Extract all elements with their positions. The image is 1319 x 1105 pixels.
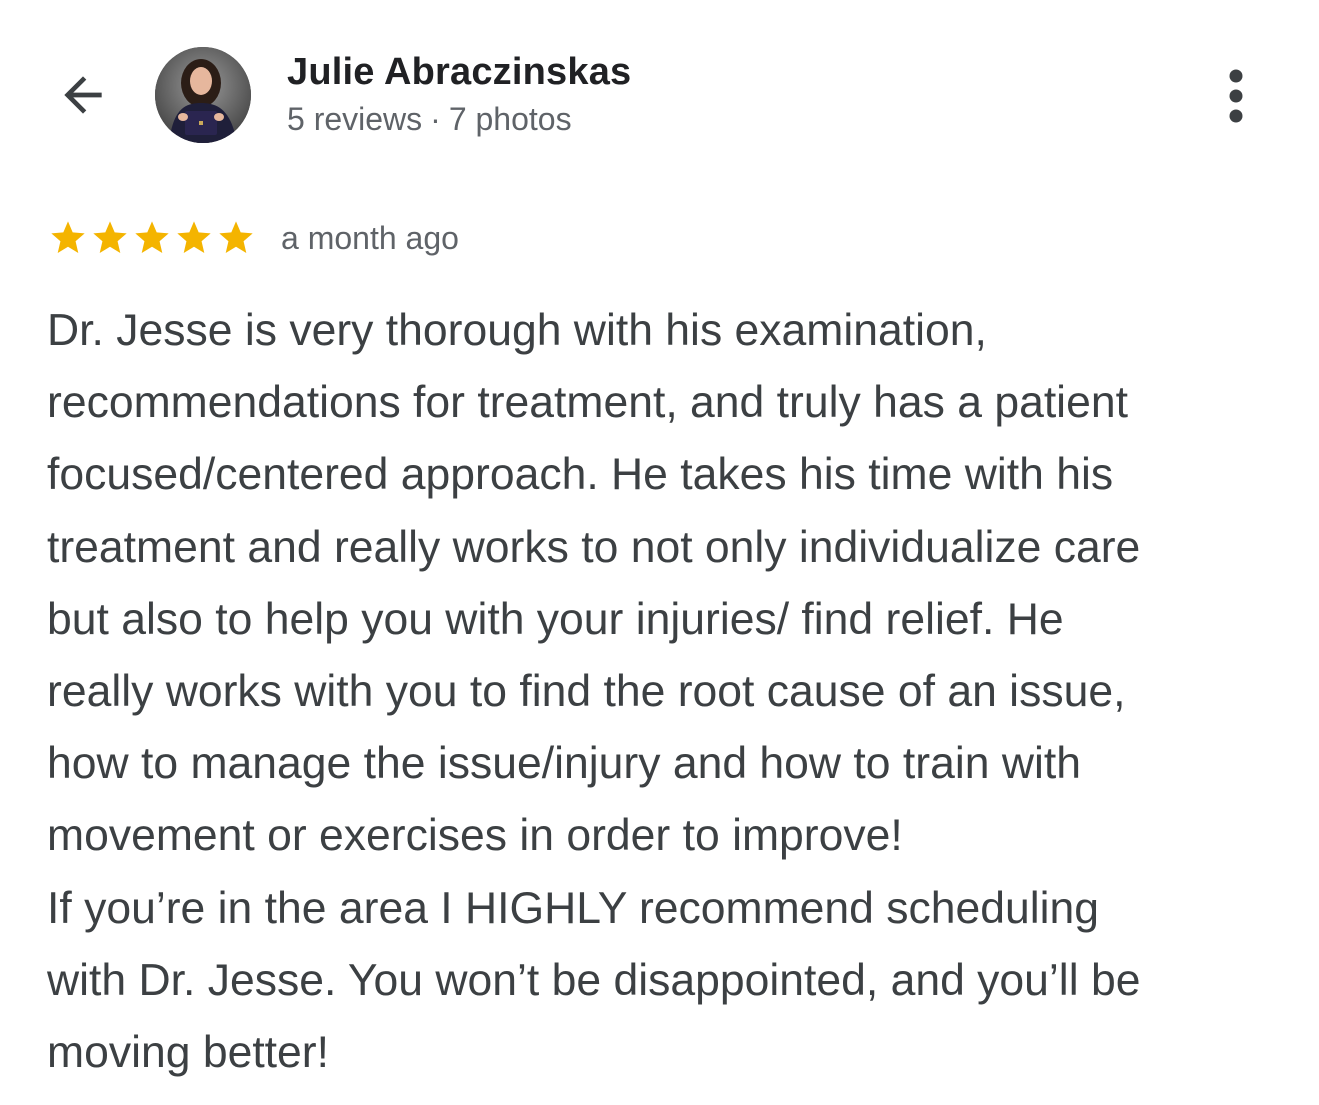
star-icon [135,221,169,253]
photos-count: 7 photos [448,101,572,137]
more-vert-icon [1229,69,1243,123]
star-icon [219,221,253,253]
arrow-back-icon [64,76,102,114]
review-text: Dr. Jesse is very thorough with his exam… [47,306,1141,1078]
star-icon [51,221,85,253]
profile-photo-icon [155,47,251,143]
meta-separator: · [430,101,441,137]
review-header: Julie Abraczinskas 5 reviews · 7 photos [0,0,1319,180]
review-time: a month ago [281,219,459,256]
star-icon [93,221,127,253]
back-button[interactable] [50,62,116,128]
rating-row: a month ago [47,214,459,262]
star-rating [47,218,257,258]
reviews-count: 5 reviews [287,101,423,137]
more-options-button[interactable] [1212,66,1260,126]
avatar[interactable] [155,47,251,143]
reviewer-name[interactable]: Julie Abraczinskas [287,51,631,94]
star-icon [177,221,211,253]
reviewer-meta: 5 reviews · 7 photos [287,101,572,138]
